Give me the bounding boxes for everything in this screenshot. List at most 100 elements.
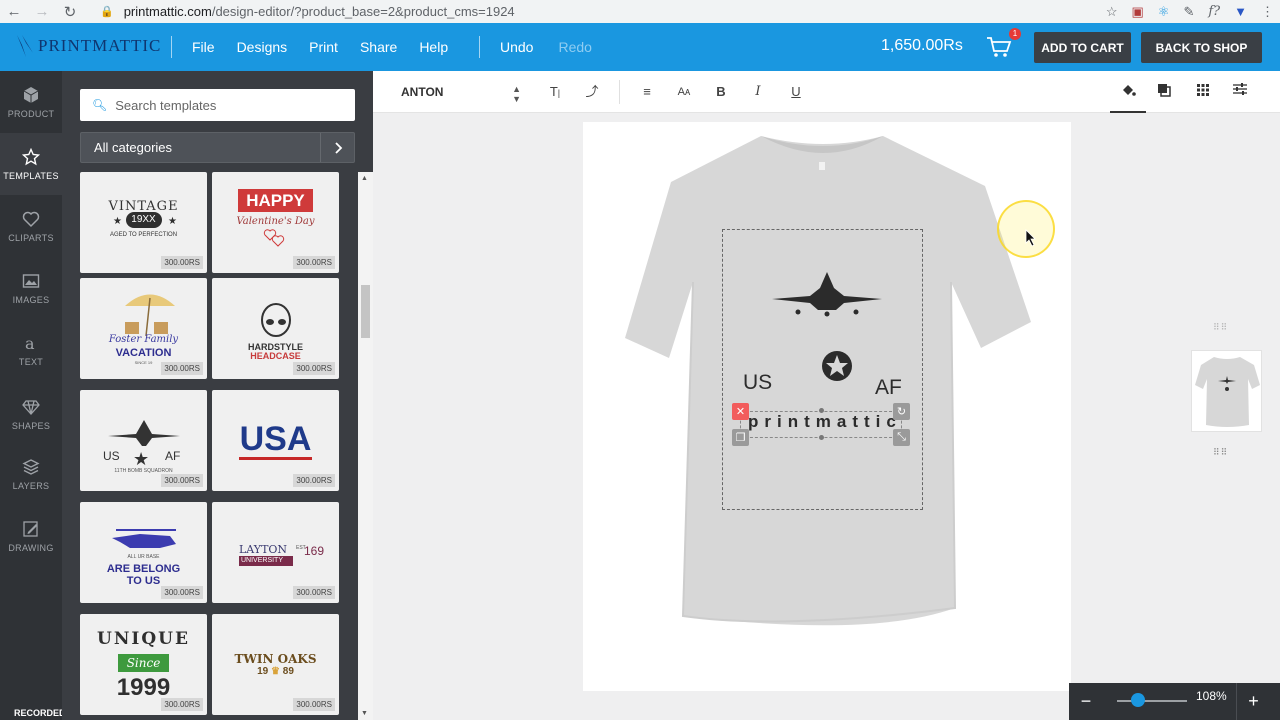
fill-color-icon[interactable]: [1118, 82, 1138, 102]
template-usa[interactable]: USA 300.00RS: [212, 390, 339, 491]
template-text: 169: [304, 544, 325, 558]
template-layton[interactable]: LAYTON UNIVERSITY EST 169 300.00RS: [212, 502, 339, 603]
resize-handle-icon[interactable]: ⤡: [893, 429, 910, 446]
star-icon: [22, 147, 40, 165]
category-select[interactable]: All categories: [80, 132, 355, 163]
redo-button[interactable]: Redo: [558, 39, 591, 55]
undo-button[interactable]: Undo: [500, 39, 533, 55]
grid-icon[interactable]: [1193, 82, 1213, 102]
front-view-thumbnail[interactable]: [1191, 350, 1262, 432]
browser-menu-icon[interactable]: ⋮: [1261, 4, 1274, 20]
text-toolbar: ANTON ▲ ▼ T| ⤴ ≡ Aᴀ B I U: [373, 71, 1280, 113]
align-center-icon[interactable]: ≡: [637, 82, 657, 102]
selection-midpoint[interactable]: [819, 408, 824, 413]
template-unique[interactable]: UNIQUE Since 1999 300.00RS: [80, 614, 207, 715]
menu-share[interactable]: Share: [360, 39, 397, 55]
rail-text[interactable]: a TEXT: [0, 319, 62, 381]
category-label: All categories: [94, 140, 173, 155]
tshirt-thumbnail: [1195, 357, 1260, 427]
menu-designs[interactable]: Designs: [237, 39, 288, 55]
scrollbar-thumb[interactable]: [361, 285, 370, 338]
font-case-icon[interactable]: Aᴀ: [674, 82, 694, 102]
total-price: 1,650.00Rs: [881, 37, 963, 54]
history-menu: Undo Redo: [500, 23, 592, 71]
rail-product[interactable]: PRODUCT: [0, 71, 62, 133]
forward-arrow-icon[interactable]: →: [28, 3, 56, 20]
toolbar-divider: [619, 80, 620, 104]
address-bar[interactable]: 🔒 printmattic.com /design-editor/?produc…: [100, 0, 515, 23]
vue-extension-icon[interactable]: ▼: [1234, 4, 1247, 19]
printmattic-logo[interactable]: PRINTMATTIC: [14, 33, 161, 59]
text-curve-icon[interactable]: ⤴: [582, 82, 602, 102]
layer-handle-icon[interactable]: ❐: [732, 429, 749, 446]
rail-drawing[interactable]: DRAWING: [0, 505, 62, 567]
template-vintage[interactable]: ★ ★ VINTAGE 19XX AGED TO PERFECTION 300.…: [80, 172, 207, 273]
back-arrow-icon[interactable]: ←: [0, 3, 28, 20]
chevron-right-icon[interactable]: [320, 133, 354, 162]
lock-icon: 🔒: [100, 6, 114, 18]
logo-icon: [17, 35, 33, 57]
template-valentines[interactable]: HAPPY Valentine's Day 300.00RS: [212, 172, 339, 273]
template-usaf[interactable]: ★ US AF 11TH BOMB SQUADRON 300.00RS: [80, 390, 207, 491]
font-extension-icon[interactable]: f?: [1208, 4, 1220, 19]
jet-fighter-graphic[interactable]: [770, 268, 884, 320]
text-size-icon[interactable]: T|: [545, 82, 565, 102]
star-emblem-graphic[interactable]: [821, 350, 853, 382]
template-price: 300.00RS: [161, 256, 203, 269]
zoom-in-button[interactable]: +: [1236, 683, 1270, 720]
template-twin-oaks[interactable]: TWIN OAKS 19 ♛ 89 300.00RS: [212, 614, 339, 715]
search-input[interactable]: 🔍︎ Search templates: [80, 89, 355, 121]
design-text-us[interactable]: US: [743, 371, 772, 395]
add-to-cart-button[interactable]: ADD TO CART: [1034, 32, 1131, 63]
template-vacation[interactable]: Foster Family VACATION SINCE 19 300.00RS: [80, 278, 207, 379]
scroll-down-icon[interactable]: ▼: [361, 710, 368, 717]
font-select[interactable]: ANTON ▲ ▼: [393, 81, 525, 104]
delete-handle-icon[interactable]: ✕: [732, 403, 749, 420]
template-hardstyle[interactable]: HARDSTYLE HEADCASE 300.00RS: [212, 278, 339, 379]
pdf-extension-icon[interactable]: ▣: [1131, 4, 1143, 20]
zoom-slider-track[interactable]: [1117, 700, 1187, 702]
selection-midpoint[interactable]: [819, 435, 824, 440]
scroll-up-icon[interactable]: ▲: [361, 175, 368, 182]
design-text-printmattic[interactable]: printmattic: [748, 412, 906, 432]
rail-label: IMAGES: [12, 294, 50, 305]
bookmark-star-icon[interactable]: ☆: [1106, 4, 1118, 20]
template-year-right: 89: [282, 666, 294, 677]
cart-count-badge: 1: [1009, 28, 1021, 40]
template-text: LAYTON: [239, 543, 288, 556]
rail-images[interactable]: IMAGES: [0, 257, 62, 319]
view-dots-bottom[interactable]: ⠿⠿: [1213, 447, 1228, 458]
rotate-handle-icon[interactable]: ↻: [893, 403, 910, 420]
zoom-out-button[interactable]: −: [1069, 683, 1103, 720]
underline-icon[interactable]: U: [786, 82, 806, 102]
italic-icon[interactable]: I: [748, 82, 768, 102]
menu-print[interactable]: Print: [309, 39, 338, 55]
template-all-ur-base[interactable]: ALL UR BASE ARE BELONG TO US 300.00RS: [80, 502, 207, 603]
template-text: HEADCASE: [250, 351, 301, 361]
template-text: UNIVERSITY: [241, 557, 284, 564]
menu-help[interactable]: Help: [419, 39, 448, 55]
adjustments-icon[interactable]: [1230, 82, 1250, 102]
template-text: UNIQUE: [97, 629, 190, 649]
url-path: /design-editor/?product_base=2&product_c…: [211, 4, 515, 19]
rail-shapes[interactable]: SHAPES: [0, 383, 62, 445]
rail-layers[interactable]: LAYERS: [0, 443, 62, 505]
stroke-color-icon[interactable]: [1154, 82, 1174, 102]
main-menu: File Designs Print Share Help: [192, 23, 448, 71]
view-dots-top[interactable]: ⠿⠿: [1213, 322, 1228, 333]
design-text-af[interactable]: AF: [875, 376, 902, 400]
menu-file[interactable]: File: [192, 39, 215, 55]
cart-icon[interactable]: [986, 35, 1012, 59]
templates-scrollbar[interactable]: ▲ ▼: [358, 172, 373, 720]
header-divider: [171, 36, 172, 58]
rail-templates[interactable]: TEMPLATES: [0, 133, 62, 195]
eyedropper-extension-icon[interactable]: ✎: [1183, 4, 1194, 20]
react-extension-icon[interactable]: ⚛: [1158, 4, 1170, 20]
rail-cliparts[interactable]: CLIPARTS: [0, 195, 62, 257]
search-icon: 🔍︎: [92, 98, 108, 112]
template-text: US: [103, 449, 120, 463]
bold-icon[interactable]: B: [711, 82, 731, 102]
reload-icon[interactable]: ↻: [56, 3, 84, 21]
zoom-slider-knob[interactable]: [1131, 693, 1145, 707]
back-to-shop-button[interactable]: BACK TO SHOP: [1141, 32, 1262, 63]
